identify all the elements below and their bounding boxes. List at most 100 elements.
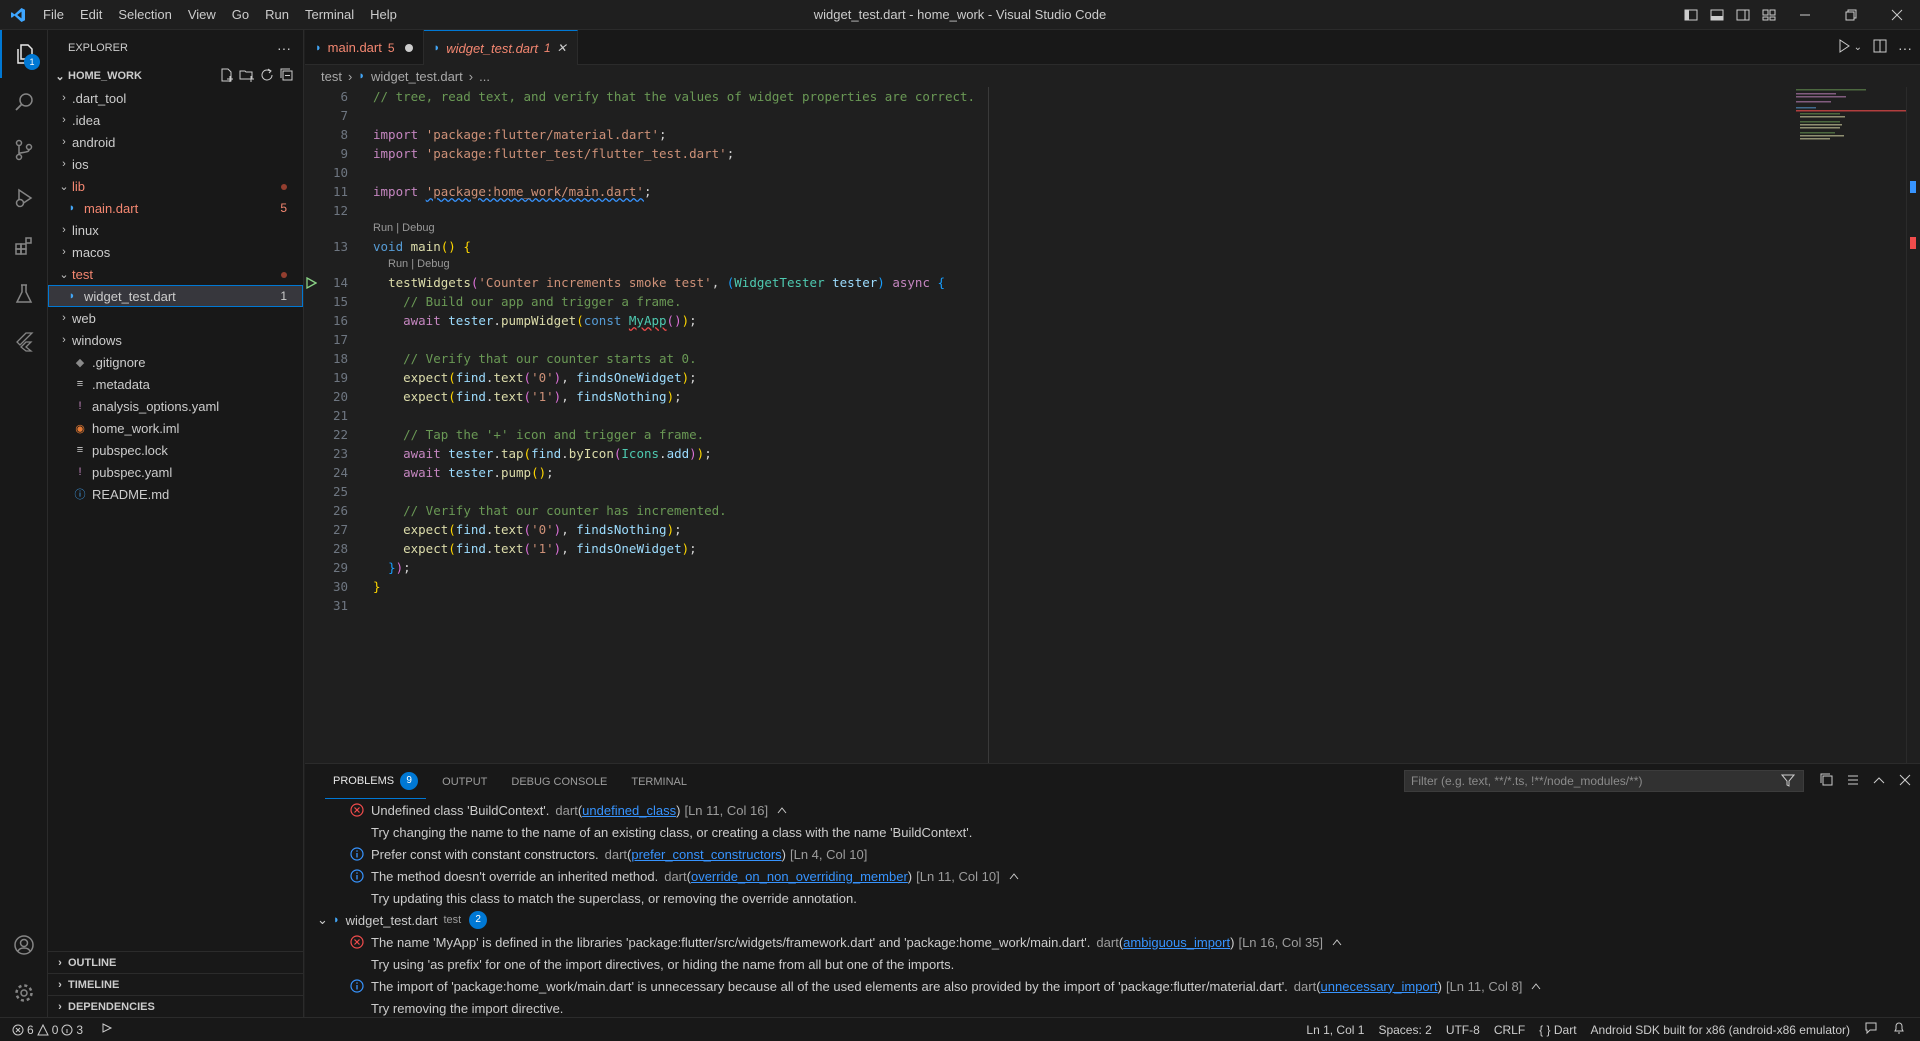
- tree-item-analysis-options-yaml[interactable]: ! analysis_options.yaml: [48, 395, 303, 417]
- debug-icon[interactable]: [99, 1021, 113, 1038]
- panel-tab-terminal[interactable]: TERMINAL: [623, 764, 695, 799]
- chevron-down-icon[interactable]: ⌄: [317, 912, 333, 928]
- tree-item--gitignore[interactable]: ◆ .gitignore: [48, 351, 303, 373]
- language-mode[interactable]: { } Dart: [1539, 1023, 1576, 1037]
- editor-scrollbar[interactable]: [1906, 87, 1920, 763]
- run-debug-icon[interactable]: [0, 174, 48, 222]
- code-editor[interactable]: 6 // tree, read text, and verify that the…: [305, 87, 1920, 763]
- extensions-icon[interactable]: [0, 222, 48, 270]
- collapse-all-problems-icon[interactable]: [1820, 773, 1834, 790]
- problem-item[interactable]: Prefer const with constant constructors.…: [305, 843, 1920, 865]
- maximize-panel-icon[interactable]: [1872, 773, 1886, 790]
- notifications-bell-icon[interactable]: [1892, 1021, 1906, 1038]
- code-lens-label[interactable]: Run | Debug: [373, 220, 435, 237]
- tree-item-home-work-iml[interactable]: ◉ home_work.iml: [48, 417, 303, 439]
- tab-main-dart[interactable]: ◗ main.dart 5: [305, 30, 424, 65]
- panel-tab-debug-console[interactable]: DEBUG CONSOLE: [503, 764, 615, 799]
- tree-item-ios[interactable]: › ios: [48, 153, 303, 175]
- problems-status[interactable]: 6 0 3: [12, 1023, 83, 1037]
- more-editor-actions-icon[interactable]: ···: [1898, 40, 1912, 56]
- tree-item-main-dart[interactable]: ◗ main.dart 5: [48, 197, 303, 219]
- tree-item-macos[interactable]: › macos: [48, 241, 303, 263]
- tree-item-test[interactable]: ⌄ test: [48, 263, 303, 285]
- view-as-list-icon[interactable]: [1846, 773, 1860, 790]
- settings-gear-icon[interactable]: [0, 969, 48, 1017]
- toggle-secondary-sidebar-icon[interactable]: [1730, 0, 1756, 30]
- minimize-icon[interactable]: [1782, 0, 1828, 30]
- more-actions-icon[interactable]: ···: [277, 40, 291, 56]
- problem-item[interactable]: The name 'MyApp' is defined in the libra…: [305, 931, 1920, 953]
- breadcrumb-file[interactable]: widget_test.dart: [371, 69, 463, 84]
- breadcrumb-folder[interactable]: test: [321, 69, 342, 84]
- menu-edit[interactable]: Edit: [72, 0, 110, 30]
- toggle-panel-icon[interactable]: [1704, 0, 1730, 30]
- chevron-up-icon[interactable]: [1331, 935, 1343, 950]
- breadcrumb-symbol[interactable]: ...: [479, 69, 490, 84]
- tree-item-windows[interactable]: › windows: [48, 329, 303, 351]
- tree-item-readme-md[interactable]: ⓘ README.md: [48, 483, 303, 505]
- section-outline[interactable]: › OUTLINE: [48, 951, 304, 973]
- new-folder-icon[interactable]: [239, 67, 255, 86]
- tree-item-widget-test-dart[interactable]: ◗ widget_test.dart 1: [48, 285, 303, 307]
- problems-filter-input[interactable]: Filter (e.g. text, **/*.ts, !**/node_mod…: [1404, 770, 1804, 792]
- new-file-icon[interactable]: [219, 67, 235, 86]
- tree-item-android[interactable]: › android: [48, 131, 303, 153]
- section-timeline[interactable]: › TIMELINE: [48, 973, 304, 995]
- problem-item[interactable]: Undefined class 'BuildContext'. dart(unde…: [305, 799, 1920, 821]
- problem-code-link[interactable]: unnecessary_import: [1321, 979, 1438, 994]
- filter-icon[interactable]: [1780, 773, 1796, 793]
- menu-run[interactable]: Run: [257, 0, 297, 30]
- close-tab-icon[interactable]: ✕: [557, 41, 567, 55]
- menu-go[interactable]: Go: [224, 0, 257, 30]
- close-panel-icon[interactable]: [1898, 773, 1912, 790]
- accounts-icon[interactable]: [0, 921, 48, 969]
- tree-item-pubspec-lock[interactable]: ≡ pubspec.lock: [48, 439, 303, 461]
- encoding[interactable]: UTF-8: [1446, 1023, 1480, 1037]
- line-ending[interactable]: CRLF: [1494, 1023, 1525, 1037]
- source-control-icon[interactable]: [0, 126, 48, 174]
- menu-file[interactable]: File: [35, 0, 72, 30]
- problem-item[interactable]: The method doesn't override an inherited…: [305, 865, 1920, 887]
- refresh-icon[interactable]: [259, 67, 275, 86]
- search-icon[interactable]: [0, 78, 48, 126]
- tree-item-linux[interactable]: › linux: [48, 219, 303, 241]
- restore-icon[interactable]: [1828, 0, 1874, 30]
- problem-code-link[interactable]: override_on_non_overriding_member: [691, 869, 908, 884]
- minimap[interactable]: [1796, 87, 1906, 147]
- cursor-position[interactable]: Ln 1, Col 1: [1306, 1023, 1364, 1037]
- workspace-root[interactable]: ⌄ HOME_WORK: [48, 65, 303, 87]
- tree-item--metadata[interactable]: ≡ .metadata: [48, 373, 303, 395]
- problem-code-link[interactable]: undefined_class: [582, 803, 676, 818]
- menu-help[interactable]: Help: [362, 0, 405, 30]
- chevron-up-icon[interactable]: [1530, 979, 1542, 994]
- menu-selection[interactable]: Selection: [110, 0, 179, 30]
- tab-widget_test-dart[interactable]: ◗ widget_test.dart 1 ✕: [423, 30, 578, 65]
- run-dropdown-icon[interactable]: ⌄: [1854, 42, 1862, 53]
- close-window-icon[interactable]: [1874, 0, 1920, 30]
- explorer-icon[interactable]: 1: [0, 30, 48, 78]
- tree-item--idea[interactable]: › .idea: [48, 109, 303, 131]
- chevron-up-icon[interactable]: [1008, 869, 1020, 884]
- tree-item--dart-tool[interactable]: › .dart_tool: [48, 87, 303, 109]
- tree-item-web[interactable]: › web: [48, 307, 303, 329]
- feedback-icon[interactable]: [1864, 1021, 1878, 1038]
- problem-file-group[interactable]: ⌄ ◗ widget_test.dart test 2: [305, 909, 1920, 931]
- problem-item[interactable]: The import of 'package:home_work/main.da…: [305, 975, 1920, 997]
- panel-tab-problems[interactable]: PROBLEMS 9: [325, 764, 427, 799]
- chevron-up-icon[interactable]: [776, 803, 788, 818]
- run-icon[interactable]: [1836, 38, 1852, 57]
- device-selector[interactable]: Android SDK built for x86 (android-x86 e…: [1591, 1023, 1850, 1037]
- code-lens-label[interactable]: Run | Debug: [388, 256, 450, 273]
- section-dependencies[interactable]: › DEPENDENCIES: [48, 995, 304, 1017]
- menu-terminal[interactable]: Terminal: [297, 0, 362, 30]
- modified-dot-icon[interactable]: [404, 43, 413, 52]
- indentation[interactable]: Spaces: 2: [1378, 1023, 1431, 1037]
- problem-code-link[interactable]: ambiguous_import: [1123, 935, 1230, 950]
- panel-tab-output[interactable]: OUTPUT: [434, 764, 495, 799]
- problem-code-link[interactable]: prefer_const_constructors: [631, 847, 781, 862]
- tree-item-lib[interactable]: ⌄ lib: [48, 175, 303, 197]
- collapse-all-icon[interactable]: [279, 67, 295, 86]
- flutter-icon[interactable]: [0, 318, 48, 366]
- menu-view[interactable]: View: [180, 0, 224, 30]
- testing-icon[interactable]: [0, 270, 48, 318]
